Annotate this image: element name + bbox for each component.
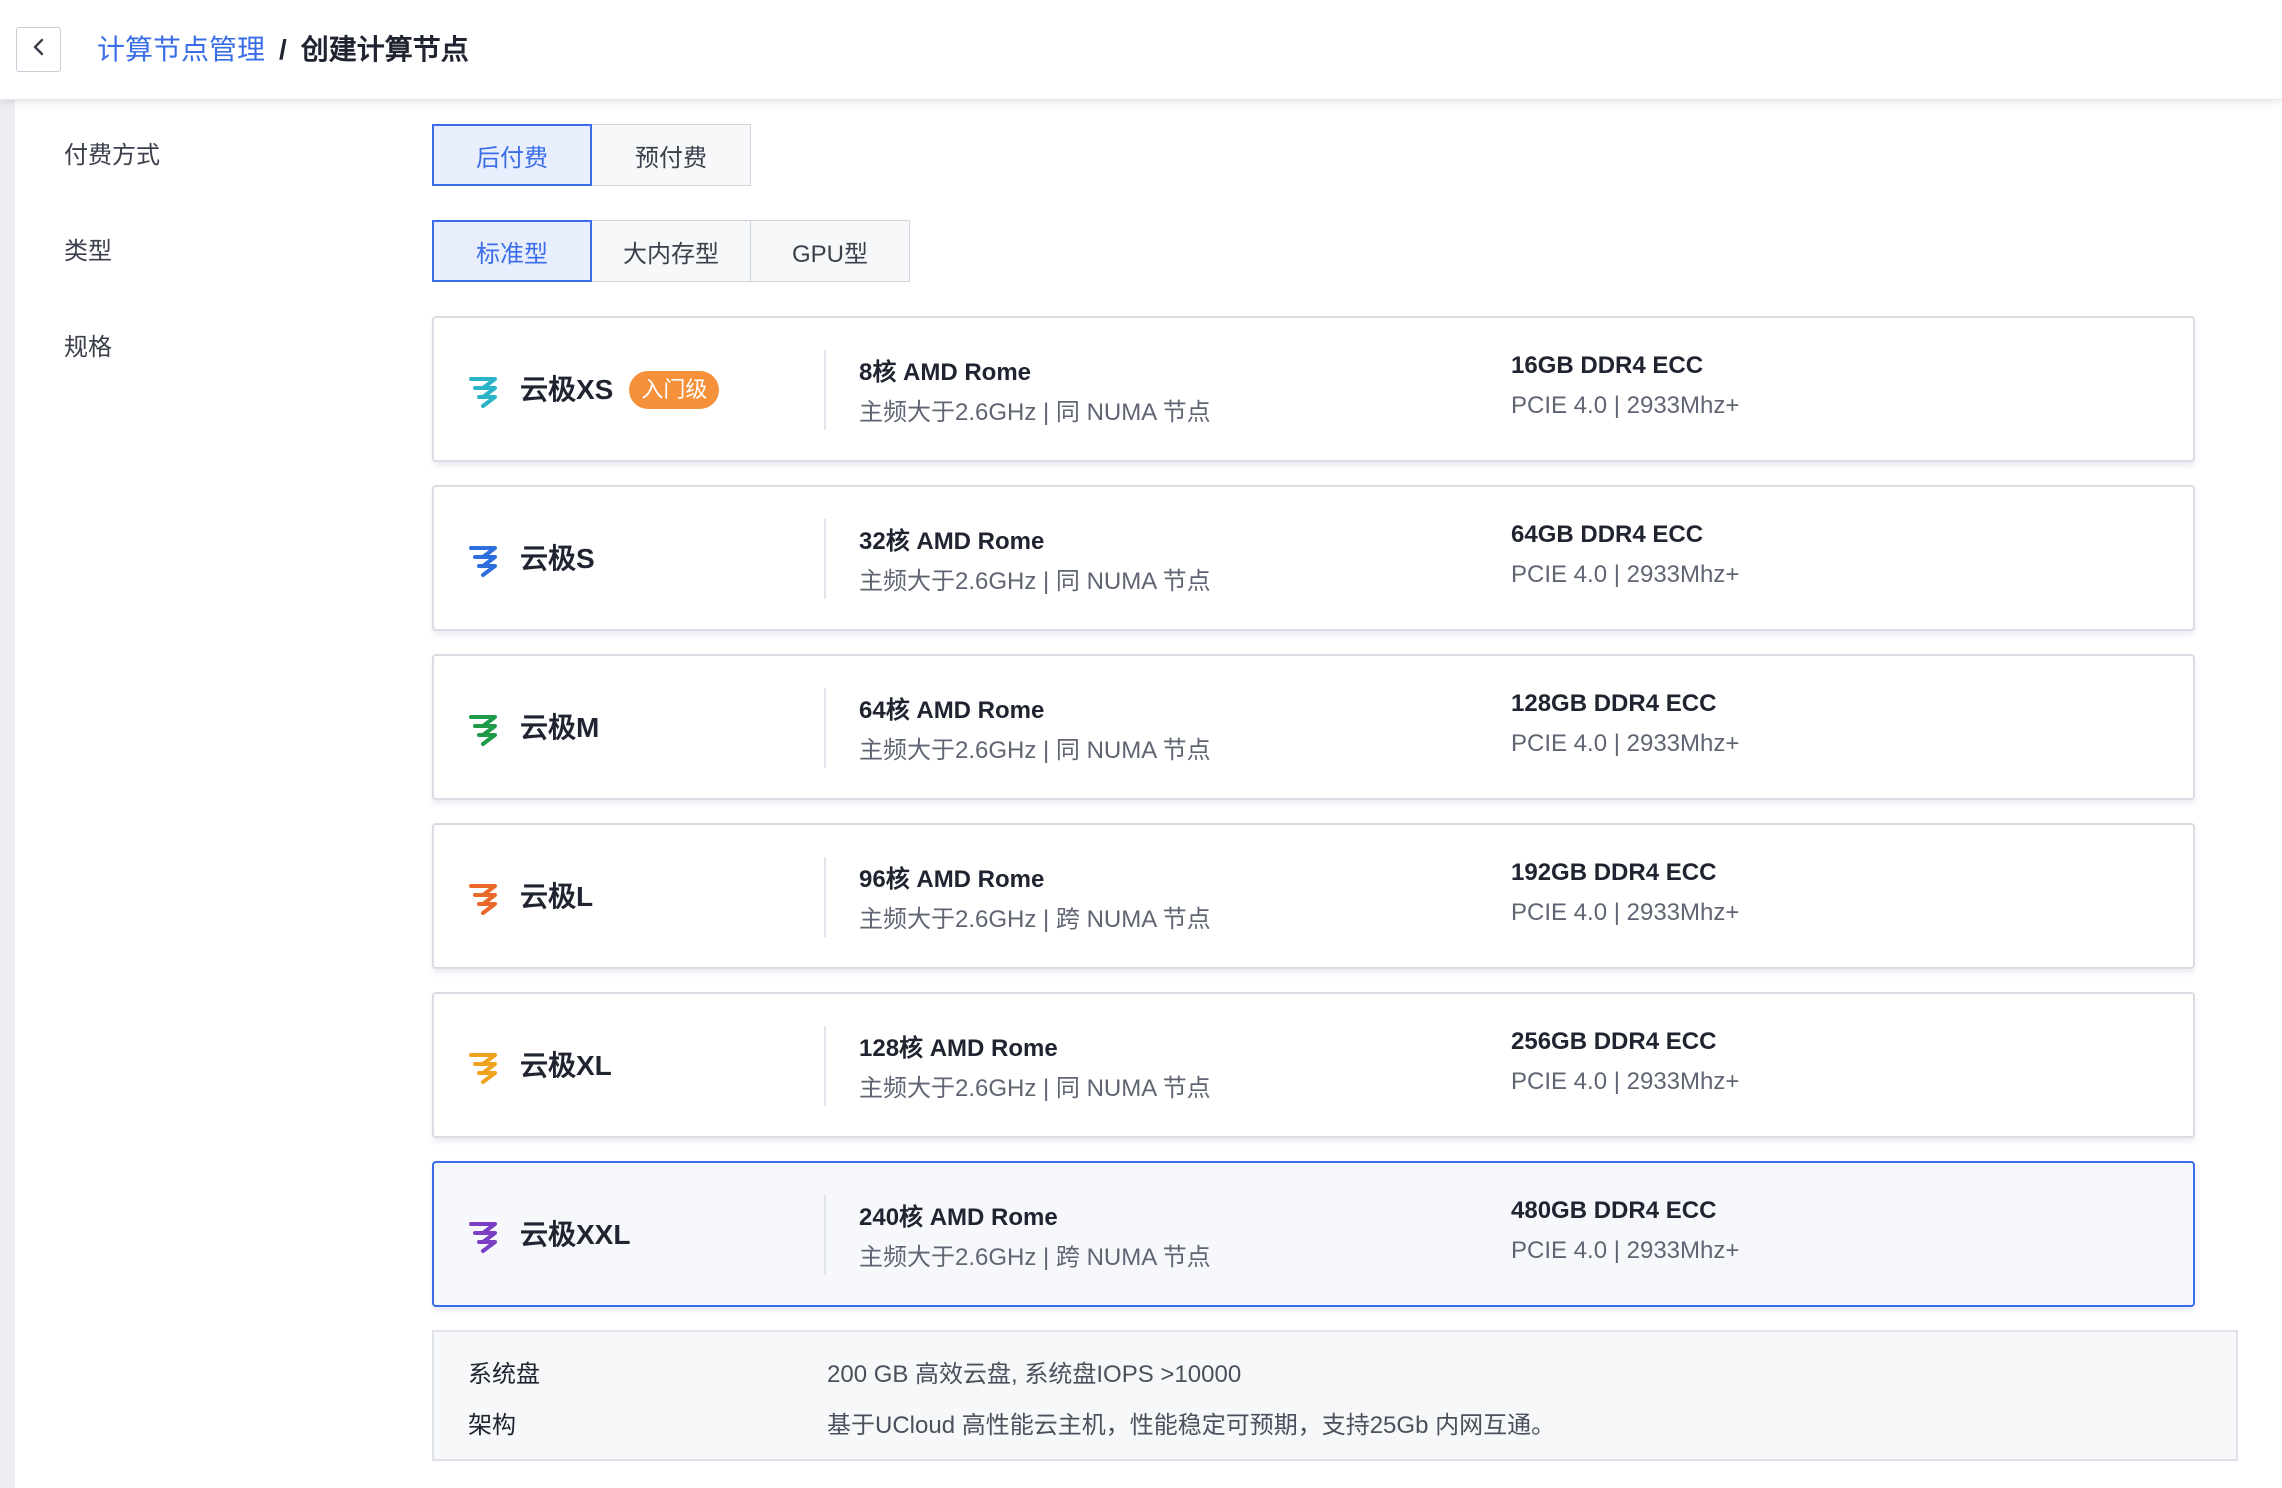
- architecture-label: 架构: [468, 1412, 516, 1439]
- layers-icon: [466, 880, 502, 916]
- entry-level-badge: 入门级: [629, 371, 720, 409]
- type-segmented-control: 标准型 大内存型 GPU型: [432, 220, 910, 282]
- spec-name-l: 云极L: [520, 881, 594, 912]
- left-edge-strip: [0, 100, 15, 1488]
- page-title: 创建计算节点: [300, 34, 469, 65]
- cpu-spec: 96核 AMD Rome: [859, 866, 1045, 893]
- spec-info-panel: 系统盘 200 GB 高效云盘, 系统盘IOPS >10000 架构 基于UCl…: [432, 1330, 2238, 1461]
- page-header: 计算节点管理 / 创建计算节点: [0, 0, 2282, 100]
- cpu-detail: 主频大于2.6GHz | 跨 NUMA 节点: [859, 906, 1211, 933]
- spec-name-xs: 云极XS 入门级: [520, 370, 720, 410]
- type-label: 类型: [64, 238, 112, 265]
- layers-icon: [466, 542, 502, 578]
- spec-name-m: 云极M: [520, 712, 600, 743]
- spec-card-xl[interactable]: 云极XL 128核 AMD Rome 主频大于2.6GHz | 同 NUMA 节…: [432, 992, 2195, 1138]
- divider: [824, 519, 826, 599]
- chevron-left-icon: [31, 37, 47, 62]
- billing-option-postpaid[interactable]: 后付费: [432, 124, 592, 186]
- breadcrumb: 计算节点管理 / 创建计算节点: [97, 30, 469, 70]
- layers-icon: [466, 711, 502, 747]
- memory-spec: 480GB DDR4 ECC: [1511, 1197, 1717, 1224]
- divider: [824, 350, 826, 430]
- layers-icon: [466, 1218, 502, 1254]
- memory-spec: 128GB DDR4 ECC: [1511, 690, 1717, 717]
- cpu-spec: 32核 AMD Rome: [859, 528, 1045, 555]
- cpu-spec: 8核 AMD Rome: [859, 359, 1032, 386]
- memory-spec: 64GB DDR4 ECC: [1511, 521, 1704, 548]
- spec-name-xl: 云极XL: [520, 1050, 612, 1081]
- spec-card-xxl[interactable]: 云极XXL 240核 AMD Rome 主频大于2.6GHz | 跨 NUMA …: [432, 1161, 2195, 1307]
- memory-spec: 192GB DDR4 ECC: [1511, 859, 1717, 886]
- divider: [824, 688, 826, 768]
- divider: [824, 1026, 826, 1106]
- spec-name-text: 云极XS: [520, 374, 614, 405]
- divider: [824, 1195, 826, 1275]
- billing-segmented-control: 后付费 预付费: [432, 124, 751, 186]
- memory-spec: 16GB DDR4 ECC: [1511, 352, 1704, 379]
- cpu-detail: 主频大于2.6GHz | 跨 NUMA 节点: [859, 1244, 1211, 1271]
- layers-icon: [466, 1049, 502, 1085]
- spec-card-l[interactable]: 云极L 96核 AMD Rome 主频大于2.6GHz | 跨 NUMA 节点 …: [432, 823, 2195, 969]
- cpu-detail: 主频大于2.6GHz | 同 NUMA 节点: [859, 1075, 1211, 1102]
- back-button[interactable]: [16, 27, 61, 72]
- type-option-standard[interactable]: 标准型: [432, 220, 592, 282]
- type-option-gpu[interactable]: GPU型: [750, 220, 910, 282]
- spec-name-s: 云极S: [520, 543, 595, 574]
- divider: [824, 857, 826, 937]
- memory-detail: PCIE 4.0 | 2933Mhz+: [1511, 392, 1740, 419]
- cpu-detail: 主频大于2.6GHz | 同 NUMA 节点: [859, 568, 1211, 595]
- system-disk-label: 系统盘: [468, 1361, 540, 1388]
- spec-card-xs[interactable]: 云极XS 入门级 8核 AMD Rome 主频大于2.6GHz | 同 NUMA…: [432, 316, 2195, 462]
- memory-detail: PCIE 4.0 | 2933Mhz+: [1511, 1068, 1740, 1095]
- memory-spec: 256GB DDR4 ECC: [1511, 1028, 1717, 1055]
- breadcrumb-link-compute-nodes[interactable]: 计算节点管理: [97, 30, 265, 70]
- spec-label: 规格: [64, 334, 112, 361]
- billing-option-prepaid[interactable]: 预付费: [591, 124, 751, 186]
- billing-label: 付费方式: [64, 142, 160, 169]
- type-option-large-memory[interactable]: 大内存型: [591, 220, 751, 282]
- architecture-value: 基于UCloud 高性能云主机，性能稳定可预期，支持25Gb 内网互通。: [827, 1412, 1556, 1439]
- memory-detail: PCIE 4.0 | 2933Mhz+: [1511, 899, 1740, 926]
- memory-detail: PCIE 4.0 | 2933Mhz+: [1511, 561, 1740, 588]
- cpu-spec: 240核 AMD Rome: [859, 1204, 1058, 1231]
- layers-icon: [466, 373, 502, 409]
- spec-name-xxl: 云极XXL: [520, 1219, 631, 1250]
- breadcrumb-separator: /: [279, 34, 287, 65]
- spec-card-m[interactable]: 云极M 64核 AMD Rome 主频大于2.6GHz | 同 NUMA 节点 …: [432, 654, 2195, 800]
- system-disk-value: 200 GB 高效云盘, 系统盘IOPS >10000: [827, 1361, 1242, 1388]
- cpu-detail: 主频大于2.6GHz | 同 NUMA 节点: [859, 399, 1211, 426]
- spec-card-s[interactable]: 云极S 32核 AMD Rome 主频大于2.6GHz | 同 NUMA 节点 …: [432, 485, 2195, 631]
- cpu-detail: 主频大于2.6GHz | 同 NUMA 节点: [859, 737, 1211, 764]
- memory-detail: PCIE 4.0 | 2933Mhz+: [1511, 1237, 1740, 1264]
- cpu-spec: 64核 AMD Rome: [859, 697, 1045, 724]
- memory-detail: PCIE 4.0 | 2933Mhz+: [1511, 730, 1740, 757]
- cpu-spec: 128核 AMD Rome: [859, 1035, 1058, 1062]
